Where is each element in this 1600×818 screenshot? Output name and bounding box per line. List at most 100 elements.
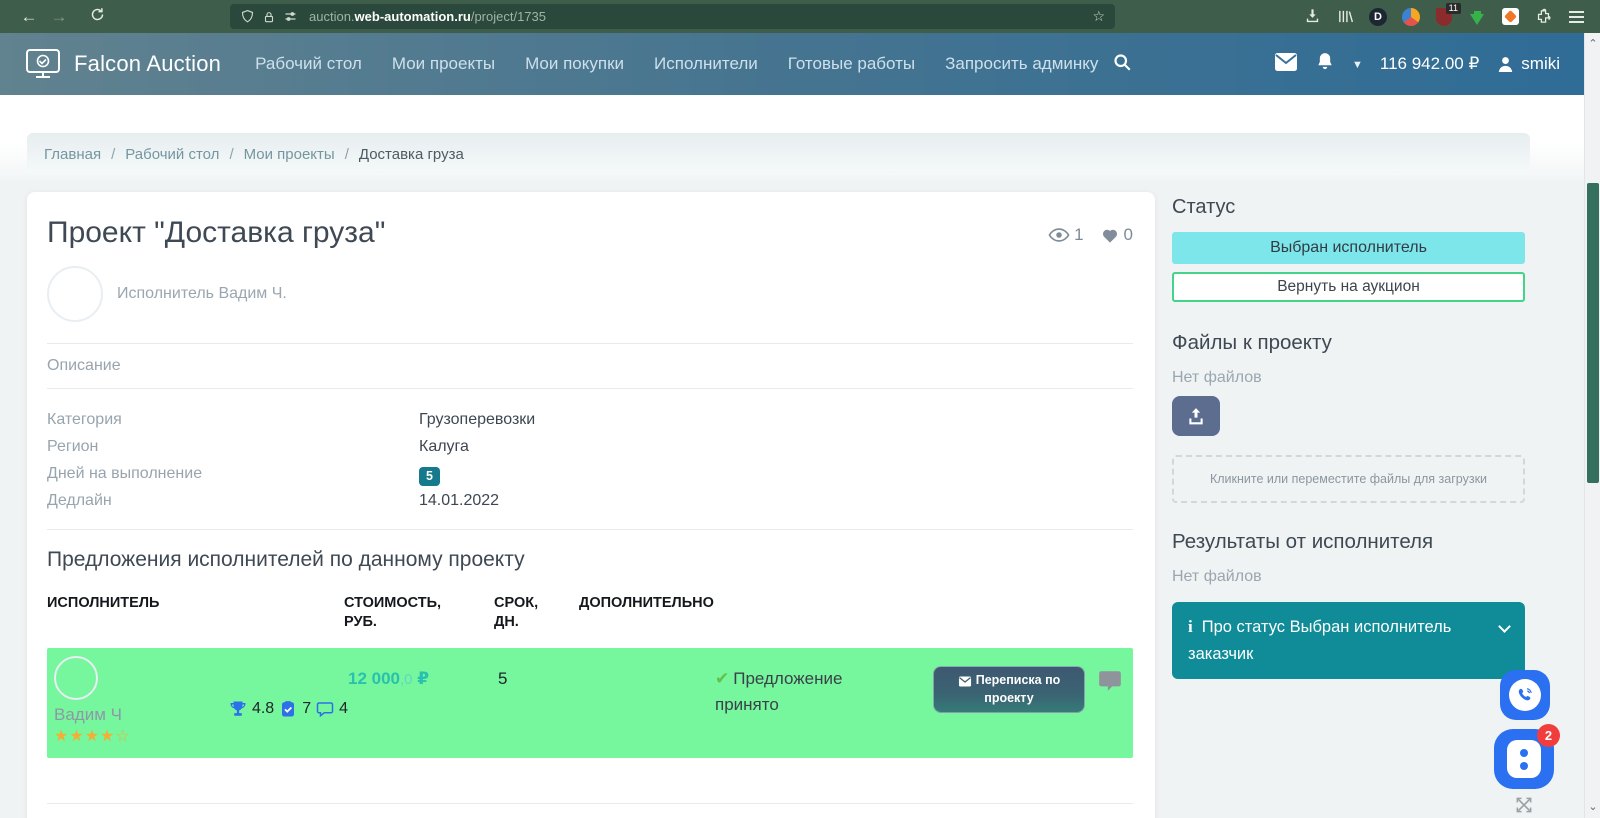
results-empty-label: Нет файлов [1172, 568, 1525, 586]
status-value-button[interactable]: Выбран исполнитель [1172, 232, 1525, 264]
likes-count: 0 [1124, 225, 1133, 245]
search-icon[interactable] [1112, 52, 1132, 77]
performer-label: Исполнитель Вадим Ч. [117, 285, 287, 303]
nav-item-my-purchases[interactable]: Мои покупки [525, 54, 624, 74]
envelope-icon [958, 676, 972, 687]
notifications-bell-icon[interactable] [1315, 51, 1335, 77]
check-icon: ✔ [715, 669, 729, 688]
performer-stats: 4.8 7 4 [229, 668, 348, 750]
breadcrumb-separator: / [111, 146, 115, 163]
results-heading: Результаты от исполнителя [1172, 530, 1525, 554]
page-title: Проект "Доставка груза" [47, 216, 385, 250]
support-chat-button[interactable]: 2 [1494, 729, 1554, 789]
days-badge: 5 [419, 467, 440, 486]
brand-name: Falcon Auction [74, 51, 221, 77]
url-text[interactable]: auction.web-automation.ru/project/1735 [309, 9, 546, 24]
download-icon[interactable] [1302, 7, 1322, 27]
lock-icon[interactable] [262, 10, 276, 24]
project-counters: 1 0 [1048, 216, 1133, 246]
upload-icon [1185, 406, 1207, 426]
offer-avatar[interactable] [54, 656, 98, 700]
project-messages-button[interactable]: Переписка по проекту [933, 666, 1085, 713]
breadcrumb-my-projects[interactable]: Мои проекты [244, 146, 335, 163]
status-heading: Статус [1172, 196, 1525, 219]
permissions-icon[interactable] [283, 9, 298, 24]
description-label: Описание [47, 357, 1133, 375]
messages-icon[interactable] [1274, 52, 1298, 77]
browser-window: ← → auction.web-automation.ru/project/17… [0, 0, 1600, 818]
rating-value: 4.8 [252, 700, 274, 718]
back-button[interactable]: ← [14, 7, 44, 27]
breadcrumb-current: Доставка груза [359, 146, 464, 163]
project-fields: Категория Грузоперевозки Регион Калуга Д… [47, 406, 1133, 514]
likes-counter[interactable]: 0 [1100, 225, 1133, 245]
refresh-button[interactable] [82, 7, 112, 27]
menu-icon[interactable] [1566, 7, 1586, 27]
col-price: СТОИМОСТЬ,РУБ. [344, 594, 494, 632]
return-to-auction-button[interactable]: Вернуть на аукцион [1172, 272, 1525, 302]
offers-table-header: ИСПОЛНИТЕЛЬ СТОИМОСТЬ,РУБ. СРОК,ДН. ДОПО… [47, 594, 1133, 632]
nav-item-finished-works[interactable]: Готовые работы [788, 54, 915, 74]
offer-performer-name[interactable]: Вадим Ч [54, 705, 229, 725]
chat-widget-icon [1507, 740, 1541, 778]
nav-item-desktop[interactable]: Рабочий стол [255, 54, 362, 74]
views-count: 1 [1074, 225, 1083, 245]
reviews-count: 4 [339, 700, 348, 718]
scroll-up-icon[interactable]: ⌃ [1588, 39, 1598, 49]
adblock-badge: 11 [1446, 3, 1461, 14]
reviews-icon [316, 700, 334, 718]
address-bar[interactable]: auction.web-automation.ru/project/1735 ☆ [230, 4, 1115, 29]
breadcrumb: Главная / Рабочий стол / Мои проекты / Д… [27, 133, 1530, 175]
viber-button[interactable] [1500, 670, 1550, 720]
puzzle-icon[interactable] [1533, 7, 1553, 27]
upload-button[interactable] [1172, 396, 1220, 436]
forward-button[interactable]: → [44, 7, 74, 27]
navbar-right: ▼ 116 942.00 ₽ smiki [1274, 51, 1560, 77]
col-term: СРОК,ДН. [494, 594, 579, 632]
extension-d-icon[interactable]: D [1368, 7, 1388, 27]
sidebar: Статус Выбран исполнитель Вернуть на аук… [1172, 196, 1525, 679]
chat-bubble-icon[interactable] [1097, 668, 1123, 699]
scrollbar-thumb[interactable] [1587, 183, 1599, 483]
bookmark-star-icon[interactable]: ☆ [1092, 8, 1105, 25]
views-counter: 1 [1048, 224, 1083, 246]
status-info-panel[interactable]: iПро статус Выбран исполнитель заказчик [1172, 602, 1525, 679]
chevron-down-icon [1498, 620, 1511, 633]
files-empty-label: Нет файлов [1172, 369, 1525, 387]
savefrom-icon[interactable] [1467, 7, 1487, 27]
balance-amount[interactable]: 116 942.00 ₽ [1380, 54, 1479, 74]
nav-item-request-admin[interactable]: Запросить админку [945, 54, 1098, 74]
breadcrumb-desktop[interactable]: Рабочий стол [125, 146, 219, 163]
rating-stars[interactable]: ★★★★☆ [54, 726, 229, 746]
extension-color-icon[interactable] [1401, 7, 1421, 27]
breadcrumb-separator: / [229, 146, 233, 163]
field-days: Дней на выполнение 5 [47, 460, 1133, 487]
scroll-down-icon[interactable]: ⌄ [1588, 802, 1598, 812]
field-category: Категория Грузоперевозки [47, 406, 1133, 433]
monitor-logo-icon [24, 48, 62, 80]
col-extra: ДОПОЛНИТЕЛЬНО [579, 594, 1133, 632]
adblock-icon[interactable]: 11 [1434, 7, 1454, 27]
status-info-text: Про статус Выбран исполнитель заказчик [1188, 618, 1451, 663]
deals-count: 7 [302, 700, 311, 718]
site-navbar: Falcon Auction Рабочий стол Мои проекты … [0, 33, 1584, 95]
brand-logo[interactable]: Falcon Auction [24, 48, 221, 80]
notifications-caret-icon[interactable]: ▼ [1352, 59, 1363, 71]
user-icon [1496, 55, 1515, 74]
trophy-icon [229, 700, 247, 718]
phone-icon [1515, 685, 1535, 705]
move-widget-icon[interactable] [1514, 795, 1534, 818]
offers-heading: Предложения исполнителей по данному прое… [47, 548, 1133, 572]
nav-item-my-projects[interactable]: Мои проекты [392, 54, 495, 74]
user-menu[interactable]: smiki [1496, 54, 1560, 74]
info-icon: i [1188, 617, 1193, 636]
breadcrumb-home[interactable]: Главная [44, 146, 101, 163]
library-icon[interactable] [1335, 7, 1355, 27]
project-files-heading: Файлы к проекту [1172, 331, 1525, 355]
file-dropzone[interactable]: Кликните или переместите файлы для загру… [1172, 455, 1525, 503]
page-scrollbar[interactable]: ⌃ ⌄ [1584, 33, 1600, 818]
shield-icon[interactable] [240, 9, 255, 24]
browser-extensions: D 11 [1302, 0, 1586, 33]
nav-item-performers[interactable]: Исполнители [654, 54, 758, 74]
extension-orange-icon[interactable] [1500, 7, 1520, 27]
